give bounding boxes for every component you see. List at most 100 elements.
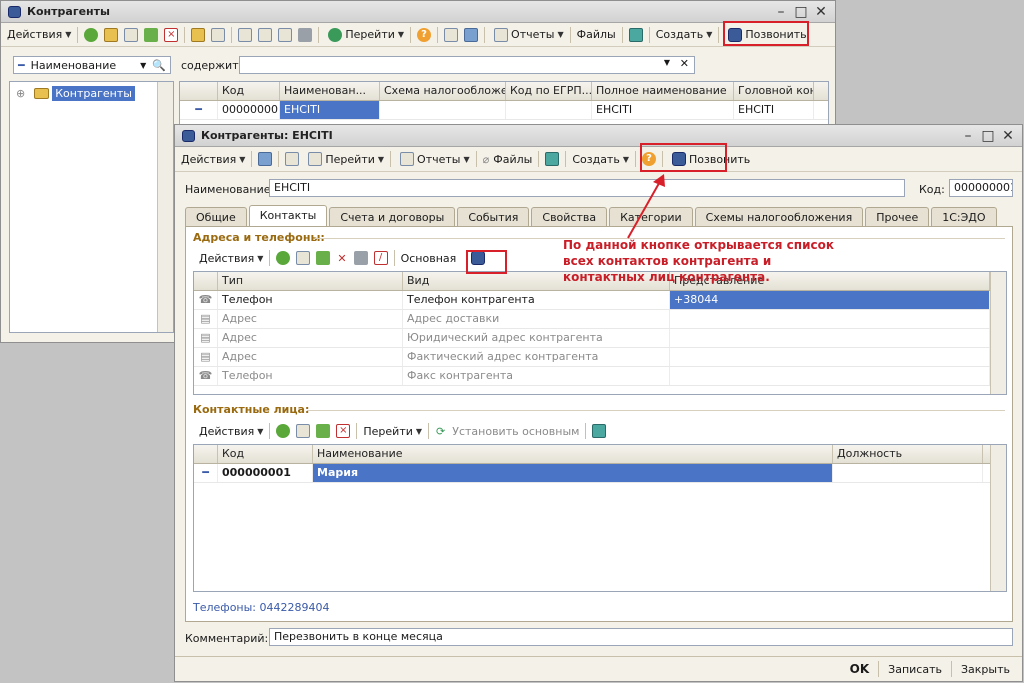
- tree-item-counterparties[interactable]: Контрагенты: [52, 86, 135, 101]
- dropdown-icon[interactable]: ▼: [140, 61, 146, 70]
- name-input[interactable]: ЕНСІТІ: [269, 179, 905, 197]
- filter-icon[interactable]: [238, 27, 253, 42]
- edit-icon[interactable]: [144, 27, 159, 42]
- actions-menu[interactable]: Действия ▼: [4, 25, 74, 45]
- tab-tax-schemes[interactable]: Схемы налогообложения: [694, 207, 864, 226]
- reports-menu[interactable]: Отчеты ▼: [394, 149, 473, 169]
- table-row[interactable]: ☎ Телефон Факс контрагента: [194, 367, 1006, 386]
- addr-actions-menu[interactable]: Действия ▼: [196, 248, 266, 268]
- copy-icon[interactable]: [124, 27, 139, 42]
- goto-menu[interactable]: Перейти ▼: [322, 25, 407, 45]
- contacts-goto-menu[interactable]: Перейти ▼: [360, 421, 425, 441]
- tab-properties[interactable]: Свойства: [531, 207, 608, 226]
- files-button[interactable]: ⌀ Файлы: [480, 149, 536, 169]
- cell-type: Телефон: [218, 367, 403, 385]
- list-icon[interactable]: [353, 251, 368, 265]
- filter-field-select[interactable]: ━ Наименование ▼ 🔍: [13, 56, 171, 74]
- tab-accounts[interactable]: Счета и договоры: [329, 207, 456, 226]
- edit-icon[interactable]: [316, 424, 331, 438]
- delete-icon[interactable]: ×: [336, 424, 351, 438]
- files-button[interactable]: Файлы: [574, 25, 619, 45]
- reports-menu[interactable]: Отчеты ▼: [488, 25, 567, 45]
- dropdown-icon[interactable]: ▼: [664, 58, 670, 67]
- tab-categories[interactable]: Категории: [609, 207, 693, 226]
- filter-value-input[interactable]: ▼ ✕: [239, 56, 695, 74]
- table-row[interactable]: ▤ Адрес Фактический адрес контрагента: [194, 348, 1006, 367]
- delete-icon[interactable]: ×: [164, 27, 179, 42]
- contacts-toolbar: Действия ▼ × Перейти ▼ ⟳ Установить основн…: [193, 419, 613, 443]
- close-icon[interactable]: ✕: [998, 128, 1018, 144]
- col-header[interactable]: Код: [218, 445, 313, 463]
- col-header[interactable]: Тип: [218, 272, 403, 290]
- delete-icon[interactable]: ✕: [337, 252, 346, 265]
- maximize-icon[interactable]: □: [791, 4, 811, 20]
- help-icon[interactable]: ?: [417, 27, 432, 42]
- goto-menu[interactable]: Перейти ▼: [302, 149, 387, 169]
- copy-icon[interactable]: [296, 424, 311, 438]
- tree-scrollbar[interactable]: [157, 82, 173, 332]
- hierarchy-icon[interactable]: [191, 27, 206, 42]
- add-icon[interactable]: [84, 27, 99, 42]
- set-main-contact-button[interactable]: Установить основным: [449, 421, 582, 441]
- col-header[interactable]: Наименование: [313, 445, 833, 463]
- save-close-icon[interactable]: [258, 152, 273, 166]
- filter-value-icon[interactable]: [258, 27, 273, 42]
- minimize-icon[interactable]: –: [771, 4, 791, 20]
- contacts-scrollbar[interactable]: [990, 445, 1006, 591]
- col-header[interactable]: Головной конт: [734, 82, 814, 100]
- add-group-icon[interactable]: [104, 27, 119, 42]
- add-icon[interactable]: [276, 251, 291, 265]
- close-icon[interactable]: ✕: [811, 4, 831, 20]
- email-icon[interactable]: [628, 27, 643, 42]
- actions-menu[interactable]: Действия ▼: [178, 149, 248, 169]
- search-icon[interactable]: 🔍: [152, 59, 166, 72]
- tab-other[interactable]: Прочее: [865, 207, 930, 226]
- copy-icon[interactable]: [296, 251, 311, 265]
- cell-tax: [380, 101, 506, 119]
- ok-button[interactable]: OK: [844, 662, 876, 676]
- tab-contacts[interactable]: Контакты: [248, 205, 328, 226]
- comment-input[interactable]: Перезвонить в конце месяца: [269, 628, 1013, 646]
- close-button[interactable]: Закрыть: [955, 663, 1016, 676]
- filter-history-icon[interactable]: [278, 27, 293, 42]
- email-icon[interactable]: [592, 424, 607, 438]
- minimize-icon[interactable]: –: [958, 128, 978, 144]
- structure-icon[interactable]: [464, 27, 479, 42]
- no-edit-icon[interactable]: /: [373, 251, 388, 265]
- maximize-icon[interactable]: □: [978, 128, 998, 144]
- set-main-button[interactable]: Основная: [398, 248, 460, 268]
- tab-events[interactable]: События: [457, 207, 530, 226]
- table-row[interactable]: ━ 000000001 Мария: [194, 464, 1006, 483]
- refresh-icon[interactable]: ⟳: [436, 425, 445, 438]
- table-row[interactable]: ▤ Адрес Адрес доставки: [194, 310, 1006, 329]
- col-header[interactable]: Код по ЕГРП...: [506, 82, 592, 100]
- save-button[interactable]: Записать: [882, 663, 948, 676]
- clear-filter-icon[interactable]: [298, 27, 313, 42]
- col-header[interactable]: Схема налогообложе...: [380, 82, 506, 100]
- col-header[interactable]: Полное наименование: [592, 82, 734, 100]
- phones-link[interactable]: Телефоны: 0442289404: [193, 601, 330, 614]
- reread-icon[interactable]: [285, 152, 300, 166]
- edit-icon[interactable]: [316, 251, 331, 265]
- up-level-icon[interactable]: [211, 27, 226, 42]
- add-icon[interactable]: [276, 424, 291, 438]
- col-header[interactable]: Должность: [833, 445, 983, 463]
- email-icon[interactable]: [545, 152, 560, 166]
- addresses-scrollbar[interactable]: [990, 272, 1006, 394]
- create-menu[interactable]: Создать ▼: [569, 149, 632, 169]
- clear-icon[interactable]: ✕: [680, 57, 689, 70]
- table-row[interactable]: ━ 000000001 ЕНСІТІ ЕНСІТІ ЕНСІТІ: [180, 101, 828, 120]
- table-row[interactable]: ▤ Адрес Юридический адрес контрагента: [194, 329, 1006, 348]
- list-settings-icon[interactable]: [444, 27, 459, 42]
- tab-edo[interactable]: 1С:ЭДО: [931, 207, 997, 226]
- contacts-actions-menu[interactable]: Действия ▼: [196, 421, 266, 441]
- col-header[interactable]: Наименован...: [280, 82, 380, 100]
- code-input[interactable]: 000000001: [949, 179, 1013, 197]
- col-header[interactable]: Код: [218, 82, 280, 100]
- cell-kind: Телефон контрагента: [403, 291, 670, 309]
- tab-general[interactable]: Общие: [185, 207, 247, 226]
- addresses-table: Тип Вид Представление ☎ Телефон Телефон …: [193, 271, 1007, 395]
- report-icon: [400, 152, 415, 166]
- create-menu[interactable]: Создать ▼: [653, 25, 716, 45]
- table-row[interactable]: ☎ Телефон Телефон контрагента +38044: [194, 291, 1006, 310]
